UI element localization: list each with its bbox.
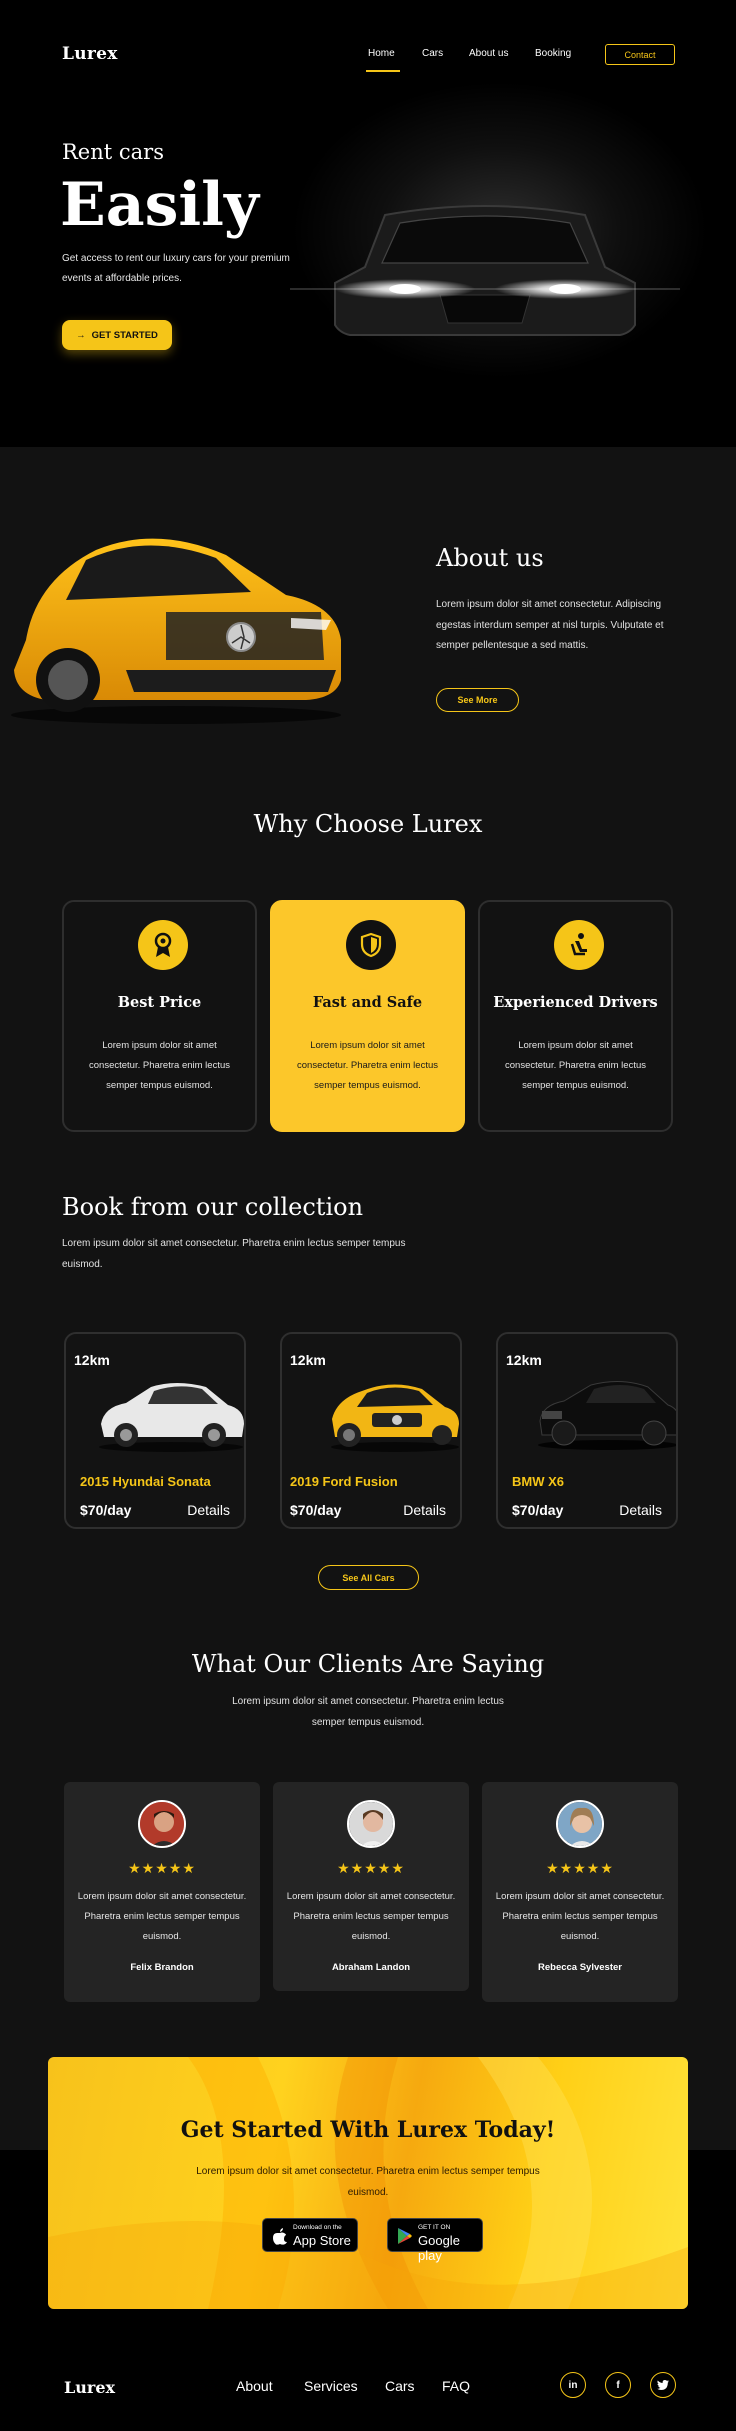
get-started-label: GET STARTED <box>91 329 158 341</box>
testimonial-quote: Lorem ipsum dolor sit amet consectetur. … <box>286 1891 456 1942</box>
collection-title: Book from our collection <box>62 1193 364 1221</box>
car-name: BMW X6 <box>512 1474 564 1489</box>
car-name: 2015 Hyundai Sonata <box>80 1474 211 1489</box>
driver-seat-icon <box>554 920 604 970</box>
feature-title: Experienced Drivers <box>493 994 658 1011</box>
feature-card-best-price: Best Price Lorem ipsum dolor sit amet co… <box>62 900 257 1132</box>
feature-card-drivers: Experienced Drivers Lorem ipsum dolor si… <box>478 900 673 1132</box>
car-price: $70/day <box>80 1502 132 1518</box>
testimonials-title: What Our Clients Are Saying <box>191 1650 545 1678</box>
footer-link-services[interactable]: Services <box>304 2378 358 2394</box>
logo[interactable]: Lurex <box>62 44 118 64</box>
about-title: About us <box>436 544 544 572</box>
hero-description: Get access to rent our luxury cars for y… <box>62 253 290 284</box>
testimonial-author: Felix Brandon <box>130 1962 194 1973</box>
footer-link-faq[interactable]: FAQ <box>442 2378 470 2394</box>
feature-description: Lorem ipsum dolor sit amet consectetur. … <box>505 1040 646 1091</box>
rating-stars: ★★★★★ <box>337 1860 405 1876</box>
car-card-bmw-x6[interactable]: 12km BMW X6 $70/day Details <box>496 1332 678 1529</box>
hero-subtitle: Rent cars <box>62 140 164 164</box>
see-all-cars-button[interactable]: See All Cars <box>318 1565 419 1590</box>
cta-title: Get Started With Lurex Today! <box>180 2117 556 2143</box>
collection-description: Lorem ipsum dolor sit amet consectetur. … <box>62 1238 406 1270</box>
avatar <box>556 1800 604 1848</box>
why-title: Why Choose Lurex <box>253 810 483 838</box>
car-image <box>538 1381 676 1450</box>
testimonial-quote: Lorem ipsum dolor sit amet consectetur. … <box>77 1891 247 1942</box>
contact-button[interactable]: Contact <box>605 44 675 65</box>
car-distance: 12km <box>506 1352 542 1368</box>
linkedin-icon[interactable]: in <box>560 2372 586 2398</box>
car-image <box>99 1383 244 1452</box>
app-store-button[interactable]: Download on the App Store <box>262 2218 358 2252</box>
cta-banner: Get Started With Lurex Today! Lorem ipsu… <box>48 2057 688 2309</box>
about-car-image <box>11 538 341 724</box>
testimonial-card: ★★★★★ Lorem ipsum dolor sit amet consect… <box>64 1782 260 2002</box>
google-play-small: GET IT ON <box>418 2224 451 2231</box>
app-store-small: Download on the <box>293 2224 342 2231</box>
feature-title: Fast and Safe <box>312 994 423 1011</box>
car-distance: 12km <box>290 1352 326 1368</box>
details-link[interactable]: Details <box>403 1502 446 1518</box>
avatar <box>138 1800 186 1848</box>
google-play-button[interactable]: GET IT ON Google play <box>387 2218 483 2263</box>
car-name: 2019 Ford Fusion <box>290 1474 398 1489</box>
hero-title: Easily <box>60 170 259 240</box>
car-price: $70/day <box>512 1502 564 1518</box>
nav-about-us[interactable]: About us <box>469 48 508 59</box>
about-description: Lorem ipsum dolor sit amet consectetur. … <box>436 599 664 651</box>
nav-home[interactable]: Home <box>368 48 395 59</box>
testimonials-description: Lorem ipsum dolor sit amet consectetur. … <box>232 1696 504 1728</box>
facebook-icon[interactable]: f <box>605 2372 631 2398</box>
rating-stars: ★★★★★ <box>128 1860 196 1876</box>
rating-stars: ★★★★★ <box>546 1860 614 1876</box>
footer-logo[interactable]: Lurex <box>64 2378 115 2397</box>
testimonial-quote: Lorem ipsum dolor sit amet consectetur. … <box>495 1891 665 1942</box>
feature-description: Lorem ipsum dolor sit amet consectetur. … <box>297 1040 438 1091</box>
testimonial-author: Abraham Landon <box>331 1962 411 1973</box>
app-store-big: App Store <box>293 2233 351 2248</box>
feature-card-fast-safe: Fast and Safe Lorem ipsum dolor sit amet… <box>270 900 465 1132</box>
car-card-ford-fusion[interactable]: 12km 2019 Ford Fusion $70/day Details <box>280 1332 462 1529</box>
price-medal-icon <box>138 920 188 970</box>
feature-title: Best Price <box>117 994 202 1011</box>
details-link[interactable]: Details <box>619 1502 662 1518</box>
feature-description: Lorem ipsum dolor sit amet consectetur. … <box>89 1040 230 1091</box>
car-card-hyundai-sonata[interactable]: 12km 2015 Hyundai Sonata $70/day Details <box>64 1332 246 1529</box>
car-price: $70/day <box>290 1502 342 1518</box>
google-play-big: Google play <box>418 2233 460 2263</box>
cta-description: Lorem ipsum dolor sit amet consectetur. … <box>196 2166 540 2198</box>
get-started-button[interactable]: → GET STARTED <box>62 320 172 350</box>
nav-cars[interactable]: Cars <box>422 48 443 59</box>
arrow-right-icon: → <box>76 329 86 341</box>
nav-active-indicator <box>366 70 400 72</box>
footer-link-cars[interactable]: Cars <box>385 2378 415 2394</box>
nav-booking[interactable]: Booking <box>535 48 571 59</box>
car-image <box>331 1384 459 1452</box>
google-play-icon <box>398 2228 412 2244</box>
testimonial-author: Rebecca Sylvester <box>538 1962 622 1973</box>
footer-link-about[interactable]: About <box>236 2378 273 2394</box>
hero-section: Lurex Home Cars About us Booking Contact… <box>0 0 736 447</box>
see-more-button[interactable]: See More <box>436 688 519 712</box>
apple-icon <box>273 2228 287 2245</box>
hero-car-image <box>290 205 680 336</box>
details-link[interactable]: Details <box>187 1502 230 1518</box>
testimonial-card: ★★★★★ Lorem ipsum dolor sit amet consect… <box>482 1782 678 2002</box>
testimonial-card: ★★★★★ Lorem ipsum dolor sit amet consect… <box>273 1782 469 1991</box>
shield-icon <box>346 920 396 970</box>
avatar <box>347 1800 395 1848</box>
twitter-icon[interactable] <box>650 2372 676 2398</box>
car-distance: 12km <box>74 1352 110 1368</box>
